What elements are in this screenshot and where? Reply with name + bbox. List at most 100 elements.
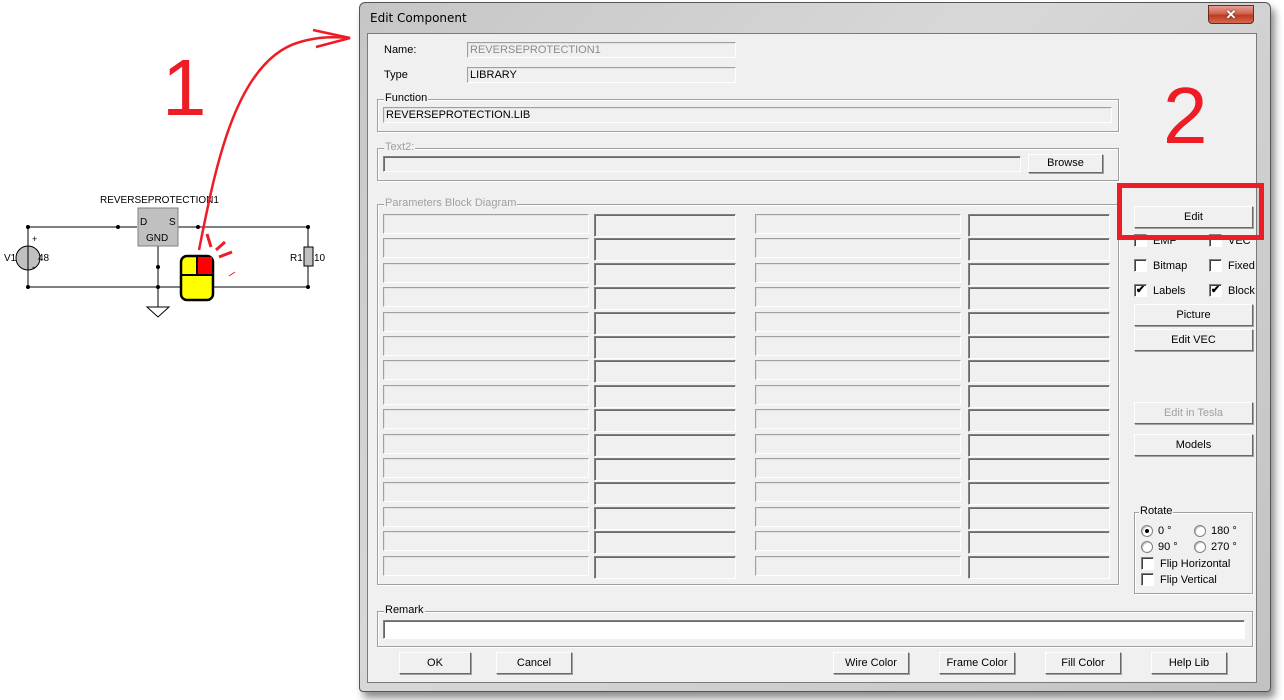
- parameter-name-cell[interactable]: [755, 434, 961, 454]
- parameter-name-cell[interactable]: [755, 214, 961, 234]
- parameter-name-cell[interactable]: [755, 458, 961, 478]
- parameter-value-cell[interactable]: [968, 287, 1110, 310]
- parameter-name-cell[interactable]: [755, 287, 961, 307]
- checkbox-box[interactable]: ✔: [1134, 284, 1147, 297]
- ok-button[interactable]: OK: [399, 652, 471, 674]
- function-field[interactable]: REVERSEPROTECTION.LIB: [383, 107, 1112, 123]
- close-button[interactable]: ✕: [1208, 5, 1254, 24]
- parameter-name-cell[interactable]: [755, 263, 961, 283]
- parameter-value-cell[interactable]: [968, 458, 1110, 481]
- parameter-name-cell[interactable]: [383, 287, 589, 307]
- parameter-value-cell[interactable]: [968, 263, 1110, 286]
- radio-circle[interactable]: [1141, 525, 1153, 537]
- parameter-value-cell[interactable]: [968, 531, 1110, 554]
- parameter-value-cell[interactable]: [594, 385, 736, 408]
- remark-field[interactable]: [383, 620, 1245, 639]
- junction: [156, 265, 160, 269]
- parameter-value-cell[interactable]: [594, 287, 736, 310]
- parameter-name-cell[interactable]: [383, 336, 589, 356]
- parameter-name-cell[interactable]: [383, 458, 589, 478]
- parameter-name-cell[interactable]: [383, 238, 589, 258]
- parameter-value-cell[interactable]: [594, 312, 736, 335]
- parameter-value-cell[interactable]: [968, 214, 1110, 237]
- parameter-value-cell[interactable]: [594, 556, 736, 579]
- browse-button[interactable]: Browse: [1028, 154, 1103, 173]
- parameter-name-cell[interactable]: [755, 238, 961, 258]
- parameter-name-cell[interactable]: [383, 360, 589, 380]
- parameter-value-cell[interactable]: [968, 385, 1110, 408]
- junction: [156, 285, 160, 289]
- radio-circle[interactable]: [1194, 541, 1206, 553]
- parameter-value-cell[interactable]: [968, 336, 1110, 359]
- text2-field[interactable]: [383, 156, 1021, 172]
- parameter-value-cell[interactable]: [594, 434, 736, 457]
- parameter-name-cell[interactable]: [383, 482, 589, 502]
- dialog-client-area: Name: REVERSEPROTECTION1 Type LIBRARY Fu…: [367, 33, 1257, 683]
- block-label: Block: [1228, 285, 1255, 297]
- help-lib-button[interactable]: Help Lib: [1151, 652, 1227, 674]
- title-bar[interactable]: Edit Component ✕: [360, 3, 1270, 33]
- parameter-value-cell[interactable]: [594, 507, 736, 530]
- parameter-value-cell[interactable]: [968, 556, 1110, 579]
- fill-color-button[interactable]: Fill Color: [1045, 652, 1121, 674]
- parameter-name-cell[interactable]: [383, 531, 589, 551]
- parameter-name-cell[interactable]: [383, 312, 589, 332]
- junction: [26, 285, 30, 289]
- parameter-name-cell[interactable]: [755, 336, 961, 356]
- parameter-name-cell[interactable]: [755, 312, 961, 332]
- parameter-value-cell[interactable]: [594, 409, 736, 432]
- parameter-value-cell[interactable]: [594, 531, 736, 554]
- parameter-name-cell[interactable]: [383, 385, 589, 405]
- name-field[interactable]: REVERSEPROTECTION1: [467, 42, 736, 58]
- checkbox-box[interactable]: [1134, 259, 1147, 272]
- parameter-name-cell[interactable]: [383, 507, 589, 527]
- parameter-name-cell[interactable]: [755, 385, 961, 405]
- parameter-name-cell[interactable]: [383, 214, 589, 234]
- parameter-name-cell[interactable]: [755, 482, 961, 502]
- parameter-value-cell[interactable]: [968, 482, 1110, 505]
- step-2-annotation: 2: [1163, 71, 1208, 160]
- parameter-name-cell[interactable]: [383, 409, 589, 429]
- parameter-name-cell[interactable]: [383, 263, 589, 283]
- checkbox-box[interactable]: [1134, 234, 1147, 247]
- frame-color-button[interactable]: Frame Color: [939, 652, 1015, 674]
- parameter-value-cell[interactable]: [968, 409, 1110, 432]
- parameter-value-cell[interactable]: [968, 507, 1110, 530]
- parameter-value-cell[interactable]: [594, 336, 736, 359]
- edit-in-tesla-button[interactable]: Edit in Tesla: [1134, 402, 1253, 424]
- parameter-name-cell[interactable]: [383, 434, 589, 454]
- parameter-name-cell[interactable]: [755, 531, 961, 551]
- checkbox-box[interactable]: [1141, 573, 1154, 586]
- parameter-value-cell[interactable]: [594, 458, 736, 481]
- parameter-value-cell[interactable]: [968, 360, 1110, 383]
- type-field[interactable]: LIBRARY: [467, 67, 736, 83]
- parameter-name-cell[interactable]: [383, 556, 589, 576]
- checkbox-box[interactable]: [1209, 259, 1222, 272]
- parameter-value-cell[interactable]: [968, 238, 1110, 261]
- cancel-button[interactable]: Cancel: [496, 652, 572, 674]
- parameter-name-cell[interactable]: [755, 507, 961, 527]
- close-icon: ✕: [1225, 7, 1237, 22]
- radio-circle[interactable]: [1141, 541, 1153, 553]
- screenshot-stage: REVERSEPROTECTION1 D S GND V1 48 + - R1 …: [0, 0, 1284, 700]
- parameter-value-cell[interactable]: [594, 214, 736, 237]
- parameter-value-cell[interactable]: [594, 238, 736, 261]
- parameter-name-cell[interactable]: [755, 556, 961, 576]
- v1-plus-label: +: [32, 234, 38, 244]
- parameter-name-cell[interactable]: [755, 409, 961, 429]
- parameter-value-cell[interactable]: [594, 360, 736, 383]
- parameter-value-cell[interactable]: [968, 312, 1110, 335]
- wire-color-button[interactable]: Wire Color: [833, 652, 909, 674]
- checkbox-box[interactable]: [1209, 234, 1222, 247]
- parameter-value-cell[interactable]: [968, 434, 1110, 457]
- models-button[interactable]: Models: [1134, 434, 1253, 456]
- parameter-value-cell[interactable]: [594, 263, 736, 286]
- edit-vec-button[interactable]: Edit VEC: [1134, 329, 1253, 351]
- checkbox-box[interactable]: [1141, 557, 1154, 570]
- parameter-name-cell[interactable]: [755, 360, 961, 380]
- checkbox-box[interactable]: ✔: [1209, 284, 1222, 297]
- radio-circle[interactable]: [1194, 525, 1206, 537]
- parameter-value-cell[interactable]: [594, 482, 736, 505]
- edit-button[interactable]: Edit: [1134, 206, 1253, 228]
- picture-button[interactable]: Picture: [1134, 304, 1253, 326]
